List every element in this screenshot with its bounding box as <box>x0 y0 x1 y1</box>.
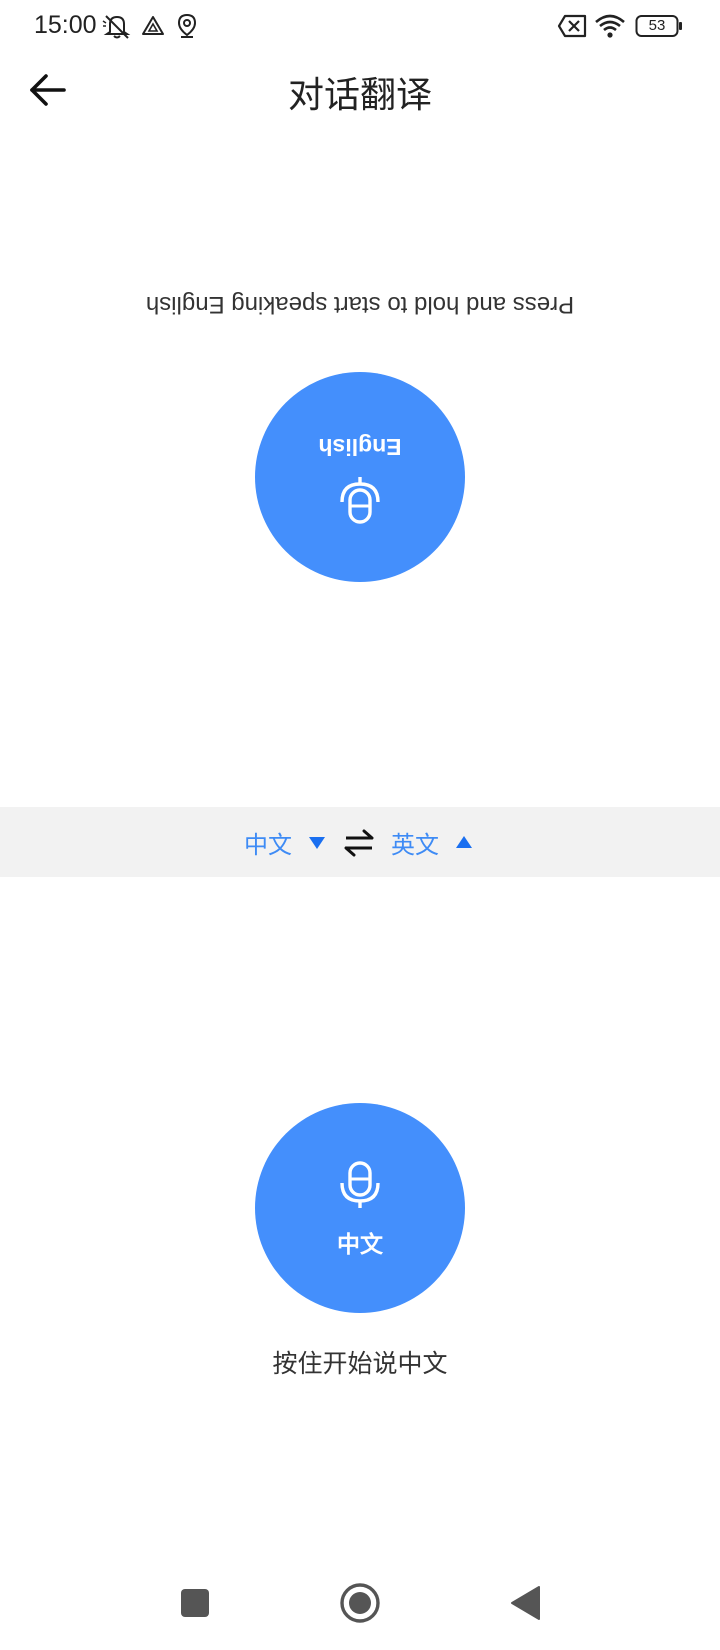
top-speaker-button-label: English <box>318 434 402 460</box>
chevron-up-icon <box>455 834 473 853</box>
bottom-speaker-hint: 按住开始说中文 <box>272 1349 448 1378</box>
swap-arrows-icon <box>343 829 375 861</box>
nav-back-button[interactable] <box>500 1580 550 1630</box>
home-icon <box>339 1582 381 1628</box>
recent-apps-icon <box>180 1588 210 1622</box>
back-triangle-icon <box>509 1585 541 1625</box>
top-speaker-button[interactable]: English <box>255 372 465 582</box>
mic-icon <box>339 1161 381 1215</box>
recent-apps-button[interactable] <box>170 1580 220 1630</box>
top-speaker-panel: Press and hold to start speaking English… <box>0 290 720 590</box>
location-icon <box>176 13 198 43</box>
language-bar: 中文 英文 <box>0 807 720 877</box>
mute-icon <box>102 12 132 44</box>
page-title: 对话翻译 <box>287 75 432 116</box>
top-speaker-hint: Press and hold to start speaking English <box>145 291 575 318</box>
wifi-icon <box>594 13 626 43</box>
source-language-selector[interactable]: 中文 <box>244 825 326 860</box>
target-language-selector[interactable]: 英文 <box>391 825 473 860</box>
target-language-label: 英文 <box>391 831 439 859</box>
chevron-down-icon <box>308 835 326 854</box>
bottom-speaker-button-label: 中文 <box>337 1231 383 1257</box>
status-time: 15:00 <box>34 11 97 39</box>
source-language-label: 中文 <box>244 831 292 859</box>
sim-error-icon <box>557 14 587 42</box>
drive-icon <box>141 14 165 42</box>
home-button[interactable] <box>335 1580 385 1630</box>
battery-level: 53 <box>648 17 666 34</box>
mic-icon <box>339 470 381 524</box>
bottom-speaker-button[interactable]: 中文 <box>255 1103 465 1313</box>
header: 对话翻译 <box>0 54 720 126</box>
swap-languages-button[interactable] <box>343 829 375 857</box>
status-bar: 15:00 53 <box>0 0 720 54</box>
navigation-bar <box>0 1560 720 1650</box>
